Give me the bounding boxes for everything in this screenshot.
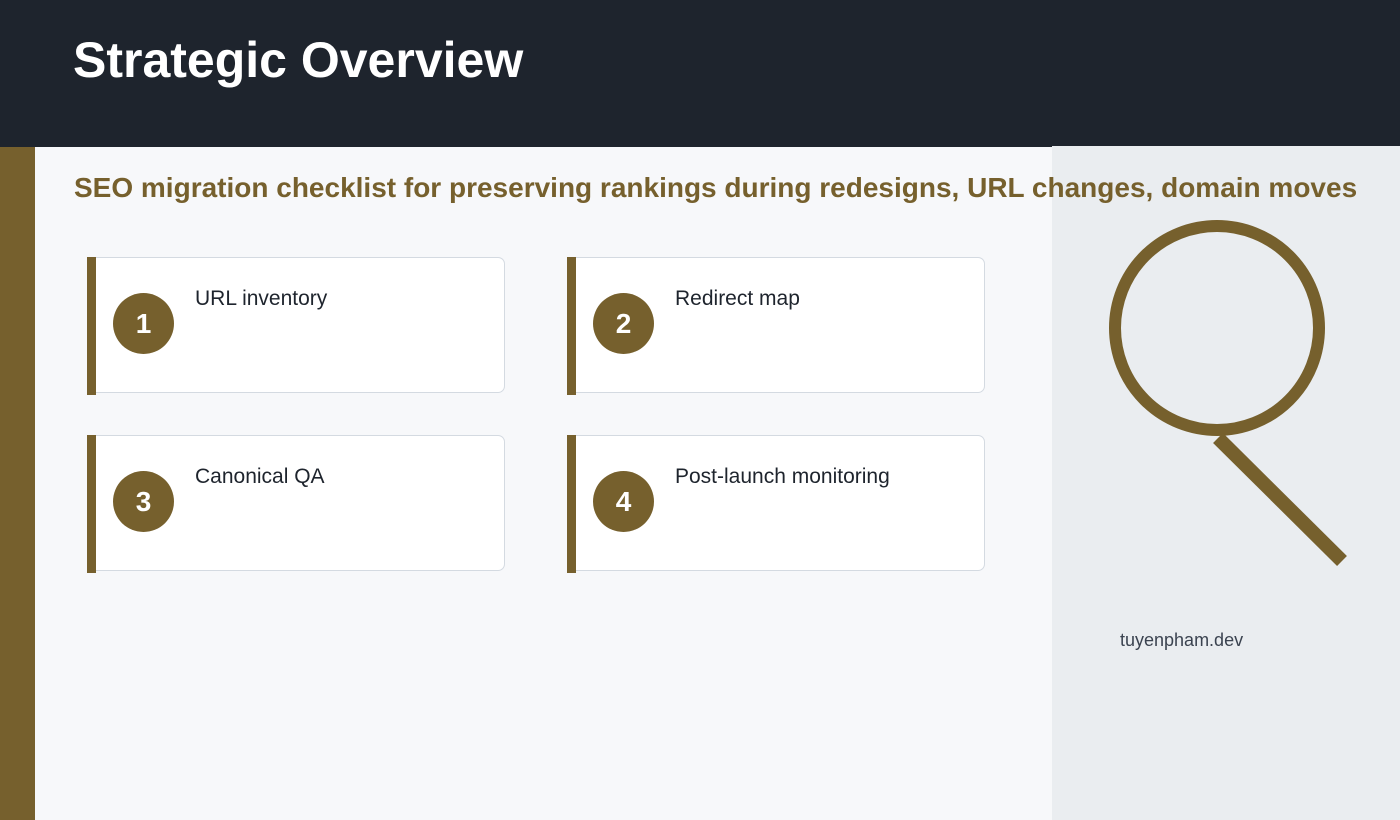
step-label: Canonical QA — [195, 465, 325, 488]
left-accent-bar — [0, 147, 35, 820]
step-number-badge: 1 — [113, 293, 174, 354]
page-title: Strategic Overview — [73, 32, 524, 88]
card-accent-stripe — [87, 435, 96, 573]
step-card-post-launch-monitoring: 4 Post-launch monitoring — [567, 435, 985, 573]
subtitle: SEO migration checklist for preserving r… — [74, 172, 1358, 203]
step-number-badge: 3 — [113, 471, 174, 532]
step-label: Post-launch monitoring — [675, 465, 890, 488]
step-number-badge: 4 — [593, 471, 654, 532]
step-card-url-inventory: 1 URL inventory — [87, 257, 505, 395]
step-label: URL inventory — [195, 287, 328, 310]
card-accent-stripe — [567, 257, 576, 395]
step-label: Redirect map — [675, 287, 800, 310]
site-credit: tuyenpham.dev — [1120, 630, 1244, 650]
header-bar: Strategic Overview — [0, 0, 1400, 147]
card-accent-stripe — [567, 435, 576, 573]
step-card-redirect-map: 2 Redirect map — [567, 257, 985, 395]
step-card-canonical-qa: 3 Canonical QA — [87, 435, 505, 573]
magnifying-glass-icon — [1109, 220, 1347, 566]
card-accent-stripe — [87, 257, 96, 395]
step-number-badge: 2 — [593, 293, 654, 354]
